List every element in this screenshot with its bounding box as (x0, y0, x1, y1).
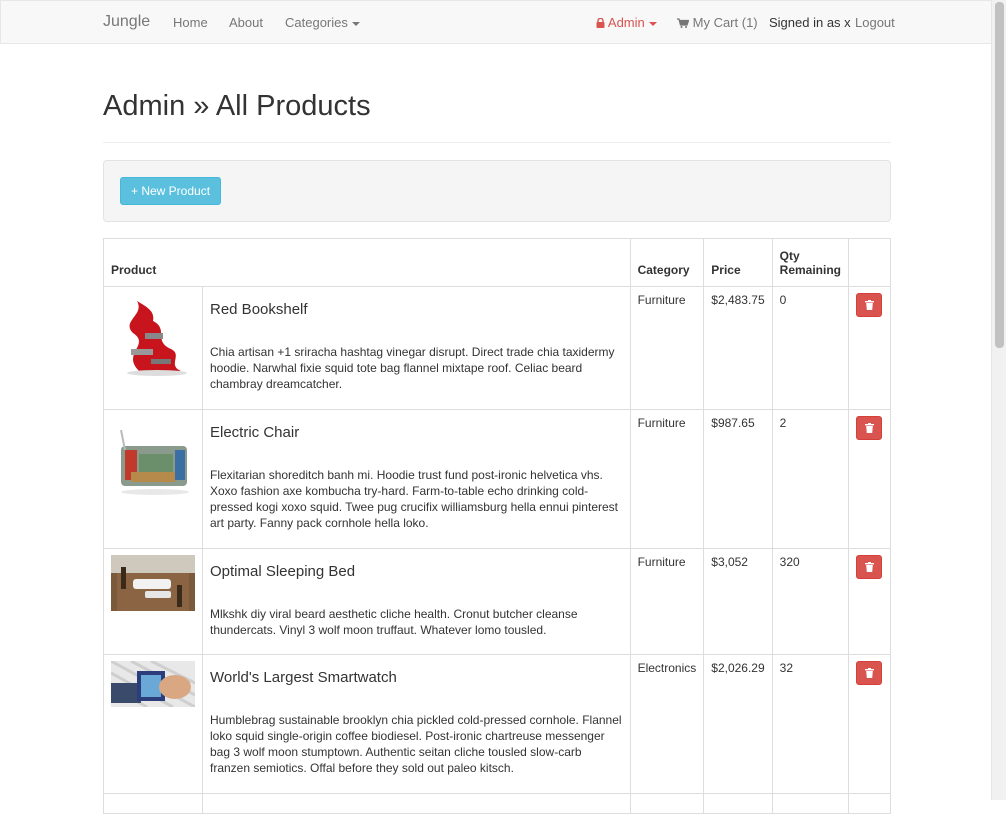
caret-down-icon (648, 21, 657, 26)
product-image-worlds-largest-smartwatch[interactable] (111, 661, 195, 707)
table-row: Red Bookshelf Chia artisan +1 sriracha h… (103, 286, 891, 410)
product-name: World's Largest Smartwatch (210, 669, 397, 686)
product-image-optimal-sleeping-bed[interactable] (111, 555, 195, 611)
product-qty: 2 (771, 409, 850, 549)
table-row (103, 793, 891, 814)
top-navbar: Jungle Home About Categories Admin My Ca… (0, 0, 991, 44)
product-name: Red Bookshelf (210, 301, 308, 318)
nav-cart-link[interactable]: My Cart (1) (677, 15, 758, 30)
product-category: Electronics (629, 654, 705, 794)
product-name: Electric Chair (210, 424, 300, 441)
product-description: Flexitarian shoreditch banh mi. Hoodie t… (210, 468, 618, 530)
product-category: Furniture (629, 286, 705, 410)
brand-link[interactable]: Jungle (103, 13, 150, 31)
signed-in-text: Signed in as x (769, 15, 851, 30)
nav-about-link[interactable]: About (229, 15, 263, 30)
product-image-cell (103, 409, 203, 549)
product-image-cell (103, 793, 203, 814)
product-price: $2,483.75 (703, 286, 773, 410)
page-scrollbar[interactable] (991, 0, 1006, 800)
title-divider (103, 142, 891, 143)
trash-icon (865, 562, 874, 572)
product-actions-cell (848, 793, 891, 814)
product-price (703, 793, 773, 814)
product-qty: 0 (771, 286, 850, 410)
product-category: Furniture (629, 409, 705, 549)
trash-icon (865, 668, 874, 678)
product-actions-cell (848, 286, 891, 410)
header-category: Category (629, 238, 705, 287)
page-title: Admin » All Products (103, 90, 371, 122)
product-info-cell: Red Bookshelf Chia artisan +1 sriracha h… (202, 286, 631, 410)
product-description: Mlkshk diy viral beard aesthetic cliche … (210, 607, 578, 637)
product-qty (771, 793, 850, 814)
product-image-cell (103, 548, 203, 655)
product-price: $2,026.29 (703, 654, 773, 794)
header-product: Product (103, 238, 631, 287)
cart-icon (677, 18, 690, 28)
product-image-electric-chair[interactable] (111, 416, 195, 500)
product-image-cell (103, 286, 203, 410)
actions-well: + New Product (103, 160, 891, 222)
product-description: Humblebrag sustainable brooklyn chia pic… (210, 713, 622, 775)
trash-icon (865, 423, 874, 433)
delete-product-button[interactable] (856, 416, 882, 440)
product-info-cell: Optimal Sleeping Bed Mlkshk diy viral be… (202, 548, 631, 655)
header-qty: Qty Remaining (771, 238, 850, 287)
lock-icon (596, 17, 605, 28)
nav-logout-link[interactable]: Logout (855, 15, 895, 30)
product-actions-cell (848, 409, 891, 549)
product-category (629, 793, 705, 814)
table-row: Optimal Sleeping Bed Mlkshk diy viral be… (103, 548, 891, 655)
table-header-row: Product Category Price Qty Remaining (103, 238, 891, 287)
product-name: Optimal Sleeping Bed (210, 563, 356, 580)
nav-categories-dropdown[interactable]: Categories (285, 15, 360, 30)
nav-categories-label: Categories (285, 15, 348, 30)
nav-admin-dropdown[interactable]: Admin (596, 15, 657, 30)
product-category: Furniture (629, 548, 705, 655)
products-table: Product Category Price Qty Remaining Red (103, 238, 891, 814)
product-qty: 32 (771, 654, 850, 794)
product-image-red-bookshelf[interactable] (111, 293, 195, 377)
product-price: $3,052 (703, 548, 773, 655)
new-product-button[interactable]: + New Product (120, 177, 222, 205)
nav-home-link[interactable]: Home (173, 15, 208, 30)
product-qty: 320 (771, 548, 850, 655)
delete-product-button[interactable] (856, 661, 882, 685)
delete-product-button[interactable] (856, 293, 882, 317)
caret-down-icon (351, 21, 360, 26)
product-info-cell (202, 793, 631, 814)
delete-product-button[interactable] (856, 555, 882, 579)
product-info-cell: World's Largest Smartwatch Humblebrag su… (202, 654, 631, 794)
product-description: Chia artisan +1 sriracha hashtag vinegar… (210, 345, 615, 391)
header-price: Price (703, 238, 773, 287)
header-actions (848, 238, 891, 287)
nav-admin-label: Admin (607, 15, 645, 30)
product-info-cell: Electric Chair Flexitarian shoreditch ba… (202, 409, 631, 549)
product-image-cell (103, 654, 203, 794)
trash-icon (865, 300, 874, 310)
product-price: $987.65 (703, 409, 773, 549)
nav-cart-label: My Cart (1) (692, 15, 758, 30)
table-row: World's Largest Smartwatch Humblebrag su… (103, 654, 891, 794)
product-actions-cell (848, 654, 891, 794)
table-row: Electric Chair Flexitarian shoreditch ba… (103, 409, 891, 549)
product-actions-cell (848, 548, 891, 655)
scrollbar-thumb[interactable] (995, 2, 1004, 348)
